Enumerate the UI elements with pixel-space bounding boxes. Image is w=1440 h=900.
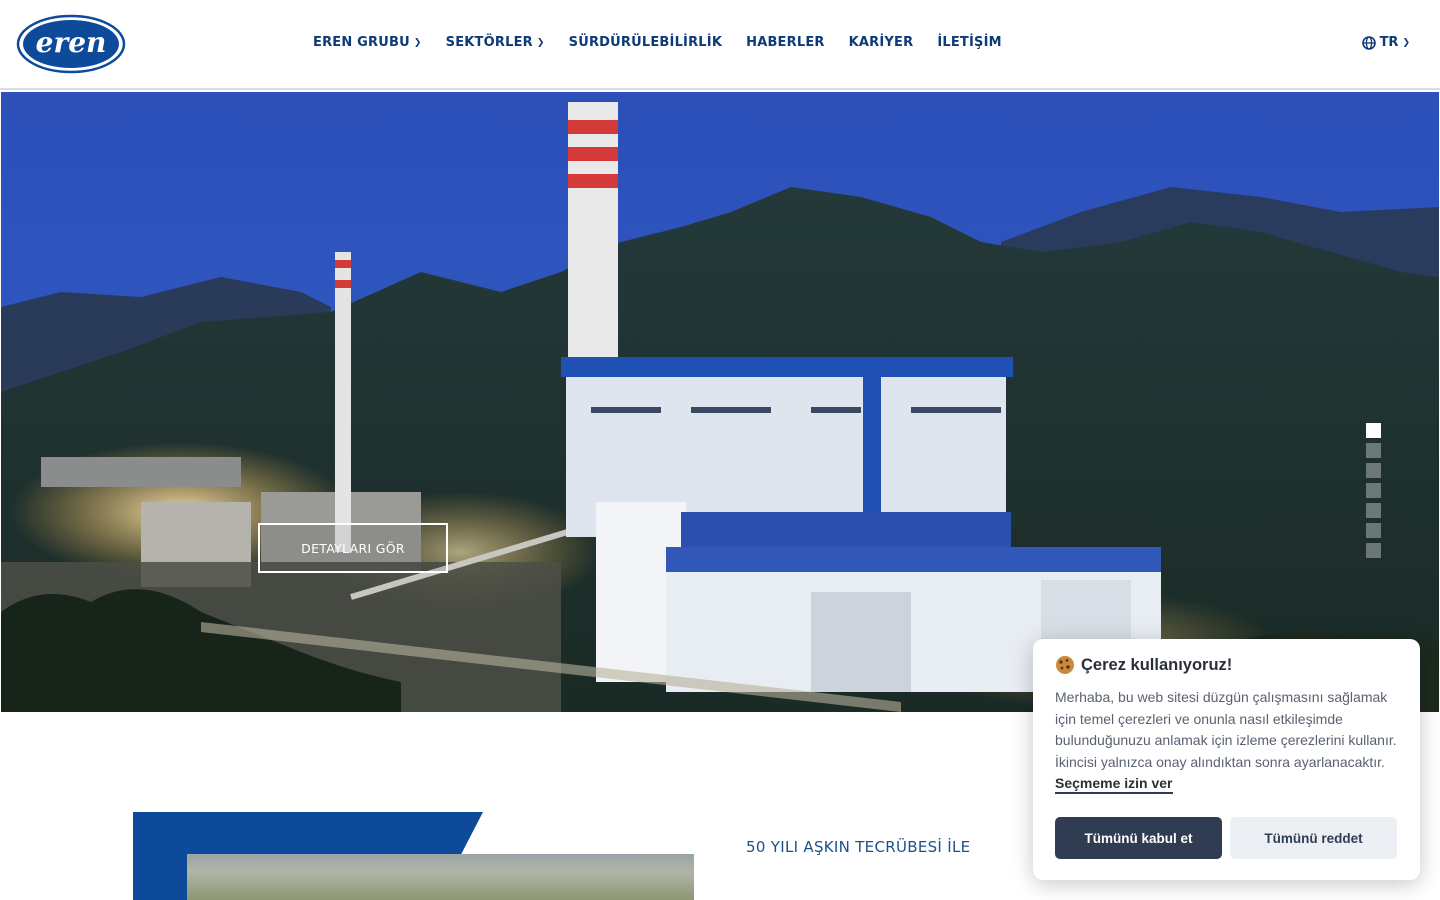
slider-dot[interactable]: [1366, 423, 1381, 438]
globe-icon: [1361, 35, 1376, 50]
cookie-description: Merhaba, bu web sitesi düzgün çalışmasın…: [1055, 687, 1398, 795]
nav-item-label: HABERLER: [746, 35, 825, 50]
nav-item-haberler[interactable]: HABERLER: [746, 35, 825, 50]
reject-all-button[interactable]: Tümünü reddet: [1230, 817, 1397, 859]
main-nav: EREN GRUBU ❯ SEKTÖRLER ❯ SÜRDÜRÜLEBİLİRL…: [313, 35, 1002, 50]
eren-logo[interactable]: eren: [16, 14, 126, 74]
cookie-icon: [1056, 656, 1074, 674]
nav-item-label: EREN GRUBU: [313, 35, 410, 50]
slider-dot[interactable]: [1366, 543, 1381, 558]
accept-all-button[interactable]: Tümünü kabul et: [1055, 817, 1222, 859]
slider-dot[interactable]: [1366, 523, 1381, 538]
slider-dot[interactable]: [1366, 503, 1381, 518]
chevron-down-icon: ❯: [413, 37, 422, 48]
svg-text:eren: eren: [36, 26, 107, 59]
nav-item-label: KARİYER: [848, 35, 914, 50]
cookie-consent-banner: Çerez kullanıyoruz! Merhaba, bu web site…: [1033, 639, 1420, 880]
aerial-photo: [187, 854, 694, 900]
nav-item-iletisim[interactable]: İLETİŞİM: [937, 35, 1001, 50]
nav-item-surdurulebilirlik[interactable]: SÜRDÜRÜLEBİLİRLİK: [569, 35, 722, 50]
language-selector[interactable]: TR ❯: [1361, 35, 1410, 50]
power-plant-image: [1, 92, 1439, 712]
chevron-down-icon: ❯: [536, 37, 545, 48]
nav-item-sektorler[interactable]: SEKTÖRLER ❯: [446, 35, 545, 50]
cookie-settings-link[interactable]: Seçmeme izin ver: [1055, 775, 1173, 794]
slider-pagination: [1366, 423, 1381, 558]
nav-item-label: SÜRDÜRÜLEBİLİRLİK: [568, 35, 723, 50]
cookie-title-text: Çerez kullanıyoruz!: [1081, 655, 1233, 674]
slider-dot[interactable]: [1366, 443, 1381, 458]
slider-dot[interactable]: [1366, 483, 1381, 498]
chevron-down-icon: ❯: [1402, 37, 1410, 48]
cookie-description-text: Merhaba, bu web sitesi düzgün çalışmasın…: [1055, 689, 1397, 770]
nav-item-label: SEKTÖRLER: [445, 35, 533, 50]
nav-item-eren-grubu[interactable]: EREN GRUBU ❯: [313, 35, 422, 50]
cookie-title: Çerez kullanıyoruz!: [1055, 655, 1398, 675]
nav-item-label: İLETİŞİM: [937, 35, 1002, 50]
details-button[interactable]: DETAYLARI GÖR: [258, 523, 448, 573]
section-eyebrow: 50 YILI AŞKIN TECRÜBESİ İLE: [746, 838, 971, 856]
nav-item-kariyer[interactable]: KARİYER: [849, 35, 914, 50]
details-button-label: DETAYLARI GÖR: [301, 540, 405, 556]
site-header: eren EREN GRUBU ❯ SEKTÖRLER ❯ SÜRDÜRÜLEB…: [0, 0, 1440, 90]
slider-dot[interactable]: [1366, 463, 1381, 478]
cookie-actions: Tümünü kabul et Tümünü reddet: [1055, 817, 1397, 859]
hero-slider: DETAYLARI GÖR: [1, 92, 1439, 712]
language-label: TR: [1379, 35, 1399, 50]
